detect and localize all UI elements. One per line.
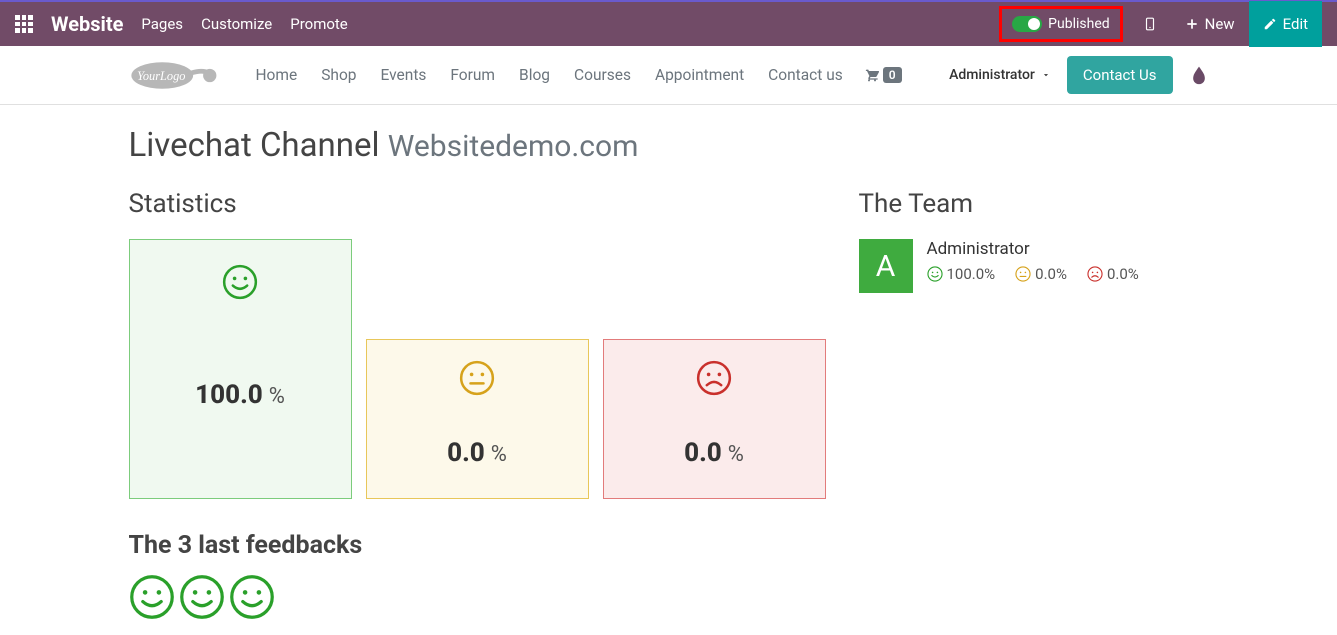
member-info: Administrator 100.0% 0.0% 0.0% <box>927 239 1139 293</box>
secnav-contact[interactable]: Contact us <box>756 66 855 84</box>
member-neutral-stat: 0.0% <box>1015 265 1067 283</box>
secnav-appointment[interactable]: Appointment <box>643 66 756 84</box>
page-title-main: Livechat Channel <box>129 126 380 165</box>
neutral-face-icon <box>459 360 495 396</box>
stats-row: 100.0 % 0.0 % 0.0 % <box>129 239 829 499</box>
member-avatar: A <box>859 239 913 293</box>
member-sad-stat: 0.0% <box>1087 265 1139 283</box>
secnav-blog[interactable]: Blog <box>507 66 562 84</box>
topbar-left: Website Pages Customize Promote <box>15 12 348 36</box>
cart-count: 0 <box>883 67 902 83</box>
admin-dropdown[interactable]: Administrator <box>949 67 1051 83</box>
new-button[interactable]: New <box>1171 1 1249 47</box>
feedback-happy-icon <box>179 574 225 620</box>
sad-face-icon <box>1087 266 1103 282</box>
top-toolbar: Website Pages Customize Promote Publishe… <box>0 0 1337 46</box>
caret-down-icon <box>1041 70 1051 80</box>
topbar-item-pages[interactable]: Pages <box>141 15 183 33</box>
content-columns: Statistics 100.0 % 0.0 % 0.0 % The 3 las… <box>129 189 1209 620</box>
happy-face-icon <box>222 264 258 300</box>
team-heading: The Team <box>859 189 1209 219</box>
stat-neutral-value: 0.0 % <box>447 438 507 468</box>
stat-sad-box: 0.0 % <box>603 339 826 499</box>
contact-us-button[interactable]: Contact Us <box>1067 56 1173 94</box>
svg-text:YourLogo: YourLogo <box>137 68 185 82</box>
brand-title[interactable]: Website <box>51 12 123 36</box>
secondary-nav-wrap: YourLogo Home Shop Events Forum Blog Cou… <box>0 46 1337 105</box>
site-logo[interactable]: YourLogo <box>129 58 224 93</box>
stat-sad-value: 0.0 % <box>684 438 744 468</box>
edit-label: Edit <box>1283 15 1308 33</box>
phone-icon <box>1143 17 1157 31</box>
edit-button[interactable]: Edit <box>1249 1 1322 47</box>
secnav-courses[interactable]: Courses <box>562 66 643 84</box>
pencil-icon <box>1263 17 1277 31</box>
cart-icon <box>863 67 879 83</box>
published-label: Published <box>1048 16 1109 32</box>
secnav-events[interactable]: Events <box>369 66 439 84</box>
stat-happy-box: 100.0 % <box>129 239 352 499</box>
secnav-items: Home Shop Events Forum Blog Courses Appo… <box>244 66 855 84</box>
feedback-happy-icon <box>129 574 175 620</box>
feedbacks-heading: The 3 last feedbacks <box>129 531 829 560</box>
plus-icon <box>1185 17 1199 31</box>
secnav-shop[interactable]: Shop <box>309 66 368 84</box>
main-container: Livechat Channel Websitedemo.com Statist… <box>114 105 1224 635</box>
topbar-item-customize[interactable]: Customize <box>201 15 272 33</box>
mobile-preview-button[interactable] <box>1129 1 1171 47</box>
apps-grid-icon[interactable] <box>15 15 33 33</box>
secondary-nav: YourLogo Home Shop Events Forum Blog Cou… <box>114 46 1224 104</box>
page-title-sub: Websitedemo.com <box>388 129 639 164</box>
publish-toggle-area: Published <box>999 6 1122 42</box>
sad-face-icon <box>696 360 732 396</box>
secnav-forum[interactable]: Forum <box>438 66 507 84</box>
happy-face-icon <box>927 266 943 282</box>
published-toggle[interactable] <box>1012 16 1042 32</box>
neutral-face-icon <box>1015 266 1031 282</box>
topbar-item-promote[interactable]: Promote <box>290 15 348 33</box>
member-stats: 100.0% 0.0% 0.0% <box>927 265 1139 283</box>
left-column: Statistics 100.0 % 0.0 % 0.0 % The 3 las… <box>129 189 829 620</box>
statistics-heading: Statistics <box>129 189 829 219</box>
team-member-row: A Administrator 100.0% 0.0% <box>859 239 1209 293</box>
feedback-row <box>129 574 829 620</box>
member-name: Administrator <box>927 239 1139 259</box>
theme-picker-icon[interactable] <box>1189 65 1209 85</box>
new-label: New <box>1205 15 1235 33</box>
cart-button[interactable]: 0 <box>863 67 902 83</box>
admin-label: Administrator <box>949 67 1035 83</box>
right-column: The Team A Administrator 100.0% 0.0% <box>859 189 1209 620</box>
contact-label: Contact Us <box>1083 66 1157 84</box>
page-title: Livechat Channel Websitedemo.com <box>129 126 1209 165</box>
topbar-right: Published New Edit <box>999 2 1322 46</box>
secnav-home[interactable]: Home <box>244 66 310 84</box>
member-happy-stat: 100.0% <box>927 265 996 283</box>
stat-happy-value: 100.0 % <box>195 380 285 410</box>
secnav-right: Administrator Contact Us <box>949 56 1208 94</box>
feedback-happy-icon <box>229 574 275 620</box>
stat-neutral-box: 0.0 % <box>366 339 589 499</box>
